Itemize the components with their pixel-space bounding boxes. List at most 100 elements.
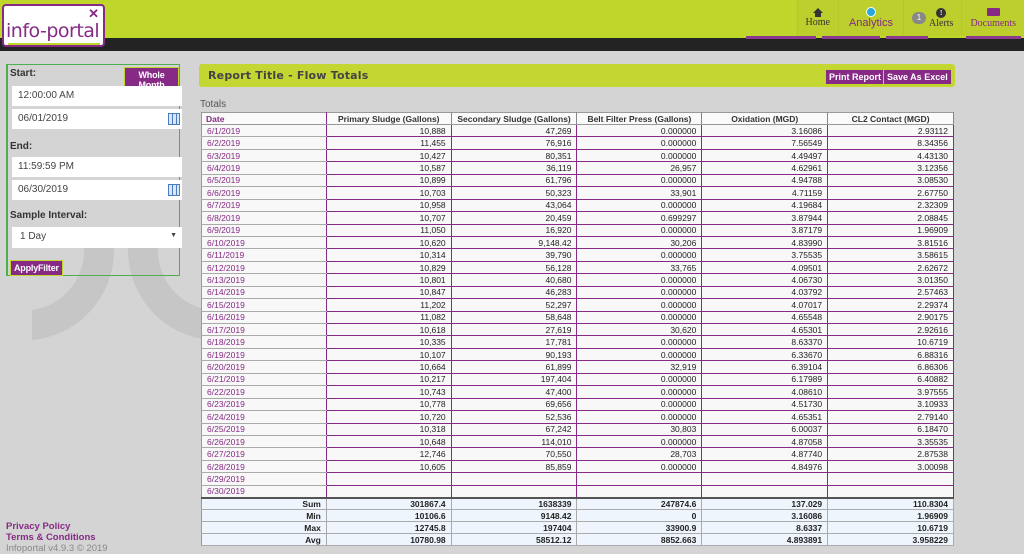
nav-home[interactable]: Home: [796, 0, 838, 36]
cell-date[interactable]: 6/21/2019: [201, 373, 327, 387]
cell-date[interactable]: 6/30/2019: [201, 485, 327, 499]
cell-belt-filter-press: 0.000000: [576, 286, 703, 300]
table-row: 6/9/2019 11,050 16,920 0.000000 3.87179 1.969…: [201, 224, 954, 237]
cell-cl2-contact: 4.43130: [827, 149, 954, 163]
cell-date[interactable]: 6/5/2019: [201, 174, 327, 188]
cell-oxidation: 4.51730: [701, 398, 829, 412]
cell-primary-sludge: 11,050: [326, 224, 452, 237]
cell-belt-filter-press: 30,206: [576, 236, 703, 250]
cell-oxidation: 4.71159: [701, 186, 829, 200]
cell-date[interactable]: 6/26/2019: [201, 435, 327, 449]
table-row: 6/19/2019 10,107 90,193 0.000000 6.33670 6.88…: [201, 348, 954, 362]
cell-date[interactable]: 6/4/2019: [201, 161, 327, 175]
nav-documents-label: Documents: [970, 17, 1016, 29]
summary-primary-sludge: 10780.98: [326, 533, 452, 547]
summary-secondary-sludge: 9148.42: [451, 509, 578, 523]
column-header-primary-sludge[interactable]: Primary Sludge (Gallons): [326, 112, 452, 125]
cell-secondary-sludge: 114,010: [451, 435, 578, 449]
cell-date[interactable]: 6/6/2019: [201, 186, 327, 200]
cell-date[interactable]: 6/25/2019: [201, 423, 327, 436]
cell-date[interactable]: 6/12/2019: [201, 261, 327, 275]
start-date-input[interactable]: 06/01/2019: [12, 109, 182, 129]
cell-cl2-contact: 10.6719: [827, 335, 954, 349]
cell-cl2-contact: 6.40882: [827, 373, 954, 387]
summary-secondary-sludge: 1638339: [451, 496, 578, 511]
cell-cl2-contact: 6.86306: [827, 360, 954, 374]
start-label: Start:: [10, 68, 37, 79]
nav-documents[interactable]: Documents: [961, 0, 1024, 36]
cell-cl2-contact: 3.35535: [827, 435, 954, 449]
cell-belt-filter-press: 0.000000: [576, 348, 703, 362]
cell-date[interactable]: 6/24/2019: [201, 410, 327, 424]
cell-date[interactable]: 6/15/2019: [201, 298, 327, 312]
table-row: 6/26/2019 10,648 114,010 0.000000 4.87058 3.3…: [201, 435, 954, 449]
table-row: 6/15/2019 11,202 52,297 0.000000 4.07017 2.29…: [201, 298, 954, 312]
cell-date[interactable]: 6/10/2019: [201, 236, 327, 250]
cell-date[interactable]: 6/13/2019: [201, 273, 327, 287]
save-as-excel-button[interactable]: Save As Excel: [883, 69, 952, 85]
end-date-input[interactable]: 06/30/2019: [12, 180, 182, 200]
cell-date[interactable]: 6/27/2019: [201, 447, 327, 461]
table-row: 6/22/2019 10,743 47,400 0.000000 4.08610 3.97…: [201, 385, 954, 399]
cell-date[interactable]: 6/1/2019: [201, 124, 327, 138]
end-label: End:: [10, 141, 33, 152]
cell-primary-sludge: 10,314: [326, 248, 452, 262]
column-header-date[interactable]: Date: [201, 112, 327, 125]
column-header-secondary-sludge[interactable]: Secondary Sludge (Gallons): [451, 112, 578, 125]
calendar-icon[interactable]: [168, 113, 180, 125]
table-row: 6/1/2019 10,888 47,269 0.000000 3.16086 2.931…: [201, 124, 954, 138]
print-report-button[interactable]: Print Report: [825, 69, 886, 85]
cell-date[interactable]: 6/29/2019: [201, 472, 327, 486]
cell-oxidation: 4.08610: [701, 385, 829, 399]
cell-date[interactable]: 6/2/2019: [201, 136, 327, 150]
cell-date[interactable]: 6/18/2019: [201, 335, 327, 349]
privacy-policy-link[interactable]: Privacy Policy: [6, 521, 108, 532]
cell-secondary-sludge: 85,859: [451, 460, 578, 474]
cell-primary-sludge: 10,335: [326, 335, 452, 349]
cell-oxidation: 6.17989: [701, 373, 829, 387]
cell-date[interactable]: 6/8/2019: [201, 211, 327, 225]
cell-date[interactable]: 6/20/2019: [201, 360, 327, 374]
nav-analytics[interactable]: Analytics: [837, 0, 903, 36]
cell-secondary-sludge: 197,404: [451, 373, 578, 387]
cell-oxidation: 4.65351: [701, 410, 829, 424]
summary-row: Min 10106.6 9148.42 0 3.16086 1.96909: [201, 509, 954, 523]
calendar-icon[interactable]: [168, 184, 180, 196]
table-row: 6/28/2019 10,605 85,859 0.000000 4.84976 3.00…: [201, 460, 954, 474]
cell-cl2-contact: 3.97555: [827, 385, 954, 399]
column-header-cl2-contact[interactable]: CL2 Contact (MGD): [827, 112, 954, 125]
start-time-input[interactable]: 12:00:00 AM: [12, 86, 182, 106]
column-header-belt-filter-press[interactable]: Belt Filter Press (Gallons): [576, 112, 703, 125]
cell-oxidation: 3.16086: [701, 124, 829, 138]
cell-date[interactable]: 6/3/2019: [201, 149, 327, 163]
cell-date[interactable]: 6/22/2019: [201, 385, 327, 399]
info-portal-logo[interactable]: ✕ info-portal: [2, 4, 105, 47]
cell-belt-filter-press: 0.000000: [576, 460, 703, 474]
cell-date[interactable]: 6/16/2019: [201, 311, 327, 325]
cell-date[interactable]: 6/28/2019: [201, 460, 327, 474]
cell-date[interactable]: 6/14/2019: [201, 286, 327, 300]
cell-date[interactable]: 6/19/2019: [201, 348, 327, 362]
cell-primary-sludge: 10,707: [326, 211, 452, 225]
cell-date[interactable]: 6/9/2019: [201, 224, 327, 237]
nav-alerts[interactable]: 1 ! Alerts: [903, 0, 962, 36]
end-time-input[interactable]: 11:59:59 PM: [12, 157, 182, 177]
cell-date[interactable]: 6/7/2019: [201, 199, 327, 213]
cell-belt-filter-press: 0.000000: [576, 124, 703, 138]
cell-belt-filter-press: 0.000000: [576, 136, 703, 150]
start-date-value: 06/01/2019: [18, 113, 69, 124]
cell-secondary-sludge: 67,242: [451, 423, 578, 436]
apply-filter-button[interactable]: ApplyFilter: [10, 260, 63, 276]
cell-date[interactable]: 6/23/2019: [201, 398, 327, 412]
cell-cl2-contact: 2.62672: [827, 261, 954, 275]
filter-panel: Start: Whole Month 12:00:00 AM 06/01/201…: [6, 64, 182, 276]
terms-link[interactable]: Terms & Conditions: [6, 532, 108, 543]
cell-date[interactable]: 6/17/2019: [201, 323, 327, 337]
cell-oxidation: 3.75535: [701, 248, 829, 262]
cell-date[interactable]: 6/11/2019: [201, 248, 327, 262]
sample-interval-select[interactable]: 1 Day ▼: [12, 227, 182, 248]
column-header-oxidation[interactable]: Oxidation (MGD): [701, 112, 829, 125]
cell-primary-sludge: 10,648: [326, 435, 452, 449]
cell-belt-filter-press: 28,703: [576, 447, 703, 461]
chevron-down-icon: ▼: [170, 232, 177, 239]
